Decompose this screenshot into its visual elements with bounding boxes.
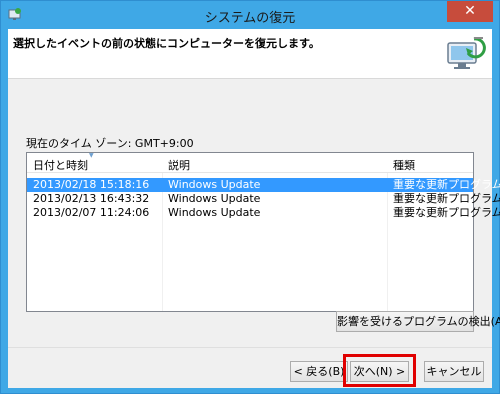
column-header-date[interactable]: 日付と時刻 (33, 157, 88, 173)
row-description: Windows Update (168, 178, 261, 191)
column-header-description[interactable]: 説明 (168, 157, 190, 173)
close-icon: ✕ (464, 3, 476, 19)
table-row[interactable]: 2013/02/18 15:18:16 Windows Update 重要な更新… (27, 178, 500, 192)
system-restore-window: システムの復元 ✕ 選択したイベントの前の状態にコンピューターを復元します。 現… (0, 0, 500, 394)
restore-monitor-icon (447, 37, 486, 69)
close-button[interactable]: ✕ (447, 1, 493, 22)
row-date: 2013/02/13 16:43:32 (33, 192, 150, 205)
list-header: 日付と時刻 ▼ 説明 種類 (27, 152, 473, 173)
row-date: 2013/02/18 15:18:16 (33, 178, 150, 191)
dialog-header: 選択したイベントの前の状態にコンピューターを復元します。 (8, 29, 492, 79)
column-header-type[interactable]: 種類 (393, 157, 415, 173)
instruction-text: 選択したイベントの前の状態にコンピューターを復元します。 (13, 37, 320, 50)
footer-divider (8, 347, 492, 348)
restore-point-list[interactable]: 日付と時刻 ▼ 説明 種類 2013/02/18 15:18:16 Window… (26, 152, 500, 312)
row-date: 2013/02/07 11:24:06 (33, 206, 150, 219)
title-bar[interactable]: システムの復元 ✕ (1, 1, 499, 29)
window-title: システムの復元 (204, 11, 296, 26)
timezone-label: 現在のタイム ゾーン: GMT+9:00 (26, 137, 194, 150)
row-type: 重要な更新プログラム (393, 206, 500, 219)
row-description: Windows Update (168, 192, 261, 205)
cancel-button[interactable]: キャンセル (424, 361, 484, 382)
next-button[interactable]: 次へ(N) > (350, 361, 409, 382)
scan-affected-programs-button[interactable]: 影響を受けるプログラムの検出(A) (336, 311, 500, 332)
row-type: 重要な更新プログラム (393, 192, 500, 205)
back-button[interactable]: < 戻る(B) (290, 361, 348, 382)
sort-indicator-icon: ▼ (89, 152, 94, 159)
row-description: Windows Update (168, 206, 261, 219)
table-row[interactable]: 2013/02/07 11:24:06 Windows Update 重要な更新… (27, 206, 500, 220)
row-type: 重要な更新プログラム (393, 178, 500, 191)
dialog-body: 選択したイベントの前の状態にコンピューターを復元します。 現在のタイム ゾーン:… (8, 29, 500, 388)
table-row[interactable]: 2013/02/13 16:43:32 Windows Update 重要な更新… (27, 192, 500, 206)
